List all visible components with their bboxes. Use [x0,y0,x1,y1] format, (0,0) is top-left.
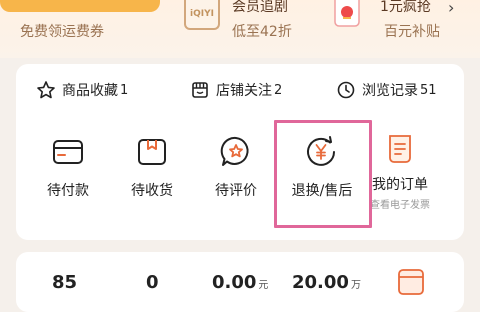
order-pending-receipt-label: 待收货 [131,183,173,199]
asset-value-2-number: 0 [146,272,159,293]
order-pending-review-label: 待评价 [215,183,257,199]
stat-favorites-label: 商品收藏 [62,83,118,99]
wallet-icon[interactable] [396,266,426,296]
iqiyi-logo-icon[interactable]: iQIYI [184,0,220,30]
order-list-icon [389,135,411,163]
asset-value-1-number: 85 [52,272,78,293]
asset-value-2[interactable]: 0 [146,272,159,293]
chevron-right-icon[interactable]: › [448,0,454,17]
order-pending-receipt[interactable]: 待收货 [108,132,196,202]
asset-value-3-number: 0.00 [212,272,257,293]
promo-flash-subtitle: 百元补贴 [384,24,440,40]
clock-icon [337,81,355,99]
wallet-card-icon [53,140,83,164]
promo-pill-banner[interactable] [0,0,160,12]
package-icon [138,139,166,165]
red-packet-icon[interactable] [332,0,362,30]
stat-history-label: 浏览记录 [362,83,418,99]
review-star-bubble-icon [220,136,249,166]
stat-history-count: 51 [420,82,437,98]
assets-card: 85 0 0.00 元 20.00 万 [16,252,464,312]
asset-value-3-unit: 元 [258,280,269,291]
stat-browsing-history[interactable]: 浏览记录 51 [336,80,437,100]
order-pending-payment-label: 待付款 [47,183,89,199]
returns-highlight-box [274,120,372,228]
asset-value-4-number: 20.00 [292,272,349,293]
promo-member-subtitle: 低至42折 [232,24,292,40]
promo-flash-title[interactable]: 1元疯抢 [380,0,431,16]
my-orders-card: 商品收藏 1 店铺关注 2 浏览记录 51 待付款 待收货 待评价 退换/售后 … [16,64,464,240]
order-pending-payment[interactable]: 待付款 [24,132,112,202]
order-pending-review[interactable]: 待评价 [192,132,280,202]
stat-stores-count: 2 [274,82,283,98]
promo-member-title[interactable]: 会员追剧 [232,0,288,16]
promo-shipping-coupon-label[interactable]: 免费领运费券 [20,21,104,41]
store-icon [192,82,208,98]
asset-value-3[interactable]: 0.00 元 [212,272,268,293]
promo-strip: 免费领运费券 iQIYI 会员追剧 低至42折 1元疯抢 百元补贴 › [0,0,480,58]
stat-favorites-count: 1 [120,82,129,98]
stat-stores-label: 店铺关注 [216,83,272,99]
view-e-invoice-link[interactable]: 查看电子发票 [370,196,430,211]
asset-value-4-unit: 万 [350,280,361,291]
my-orders-label: 我的订单 [372,177,428,193]
stat-favorites[interactable]: 商品收藏 1 [36,80,128,100]
asset-value-4[interactable]: 20.00 万 [292,272,361,293]
iqiyi-logo-text: iQIYI [190,9,214,19]
stat-followed-stores[interactable]: 店铺关注 2 [190,80,282,100]
asset-value-1[interactable]: 85 [52,272,77,293]
star-icon [37,81,55,99]
